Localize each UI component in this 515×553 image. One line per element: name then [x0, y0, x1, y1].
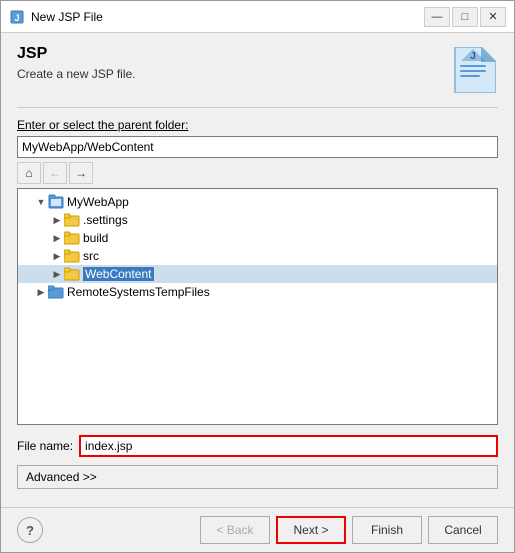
- tree-item-src[interactable]: ▶ src: [18, 247, 497, 265]
- help-button[interactable]: ?: [17, 517, 43, 543]
- advanced-button[interactable]: Advanced >>: [17, 465, 498, 489]
- tree-label: build: [83, 231, 108, 245]
- tree-item-webcontent[interactable]: ▶ WebContent: [18, 265, 497, 283]
- svg-text:J: J: [470, 51, 476, 62]
- back-nav-button[interactable]: < Back: [200, 516, 270, 544]
- forward-button[interactable]: →: [69, 162, 93, 184]
- finish-button[interactable]: Finish: [352, 516, 422, 544]
- folder-icon-blue: [48, 284, 64, 300]
- toggle-icon: ▶: [50, 231, 64, 245]
- header-divider: [17, 107, 498, 108]
- header-text: JSP Create a new JSP file.: [17, 45, 448, 81]
- folder-icon: [64, 248, 80, 264]
- tree-label: .settings: [83, 213, 128, 227]
- window-icon: J: [9, 9, 25, 25]
- tree-item-build[interactable]: ▶ build: [18, 229, 497, 247]
- folder-field-label: Enter or select the parent folder:: [17, 118, 498, 132]
- svg-text:J: J: [14, 13, 19, 23]
- header-subtitle: Create a new JSP file.: [17, 67, 448, 81]
- main-content: JSP Create a new JSP file. J Enter or se…: [1, 33, 514, 507]
- folder-icon: [64, 230, 80, 246]
- tree-item-remotesystems[interactable]: ▶ RemoteSystemsTempFiles: [18, 283, 497, 301]
- home-button[interactable]: ⌂: [17, 162, 41, 184]
- close-button[interactable]: ✕: [480, 7, 506, 27]
- toggle-icon: ▶: [34, 285, 48, 299]
- tree-item-mywebapp[interactable]: ▼ MyWebApp: [18, 193, 497, 211]
- cancel-button[interactable]: Cancel: [428, 516, 498, 544]
- maximize-button[interactable]: □: [452, 7, 478, 27]
- toggle-icon: ▶: [50, 249, 64, 263]
- folder-tree[interactable]: ▼ MyWebApp ▶: [17, 188, 498, 425]
- header-section: JSP Create a new JSP file. J: [17, 45, 498, 95]
- dialog-window: J New JSP File — □ ✕ JSP Create a new JS…: [0, 0, 515, 553]
- toggle-icon: ▼: [34, 195, 48, 209]
- tree-label: RemoteSystemsTempFiles: [67, 285, 210, 299]
- tree-label: MyWebApp: [67, 195, 129, 209]
- tree-item-settings[interactable]: ▶ .settings: [18, 211, 497, 229]
- next-button[interactable]: Next >: [276, 516, 346, 544]
- title-bar: J New JSP File — □ ✕: [1, 1, 514, 33]
- window-title: New JSP File: [31, 10, 424, 24]
- minimize-button[interactable]: —: [424, 7, 450, 27]
- file-name-label: File name:: [17, 439, 73, 453]
- bottom-bar: ? < Back Next > Finish Cancel: [1, 507, 514, 552]
- back-button[interactable]: ←: [43, 162, 67, 184]
- folder-toolbar: ⌂ ← →: [17, 162, 498, 184]
- file-name-section: File name:: [17, 435, 498, 457]
- project-icon: [48, 194, 64, 210]
- file-name-input[interactable]: [79, 435, 498, 457]
- folder-icon-blue: [64, 266, 80, 282]
- nav-buttons: < Back Next > Finish Cancel: [200, 516, 498, 544]
- jsp-icon: J: [448, 45, 498, 95]
- toggle-icon: ▶: [50, 267, 64, 281]
- tree-label-selected: WebContent: [83, 267, 154, 281]
- folder-path-input[interactable]: [17, 136, 498, 158]
- toggle-icon: ▶: [50, 213, 64, 227]
- folder-icon: [64, 212, 80, 228]
- tree-label: src: [83, 249, 99, 263]
- window-controls: — □ ✕: [424, 7, 506, 27]
- header-title: JSP: [17, 45, 448, 63]
